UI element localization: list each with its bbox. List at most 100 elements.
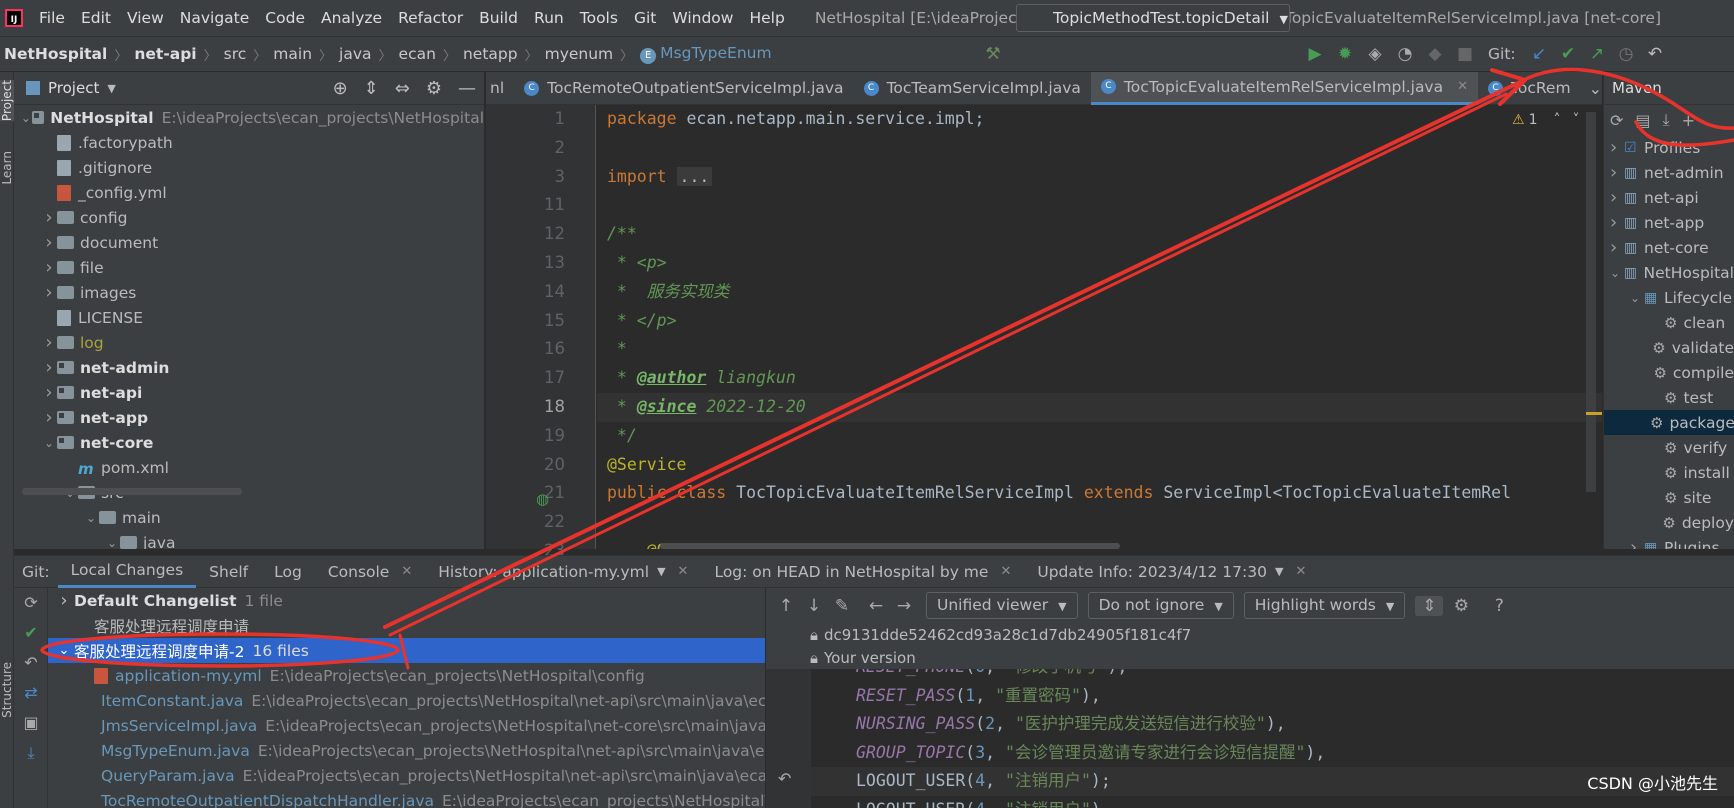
refresh-icon[interactable]: ⟳	[14, 588, 48, 618]
show-diff-icon[interactable]: ⇄	[14, 678, 48, 708]
close-icon[interactable]: ✕	[1000, 564, 1011, 579]
debug-icon[interactable]: ✹	[1334, 44, 1356, 64]
menu-item-view[interactable]: View	[119, 9, 172, 27]
chevron-right-icon[interactable]: ›	[41, 232, 57, 253]
code-line[interactable]: import ...	[597, 163, 1602, 192]
git-tab[interactable]: Log	[261, 555, 315, 588]
menu-item-window[interactable]: Window	[664, 9, 741, 27]
project-tree-node[interactable]: ⌄ java	[14, 530, 484, 549]
chevron-right-icon[interactable]: ›	[41, 332, 57, 353]
project-tree-node[interactable]: › file	[14, 255, 484, 280]
run-configuration-select[interactable]: TopicMethodTest.topicDetail ▼	[1016, 4, 1290, 32]
changelist-row[interactable]: ⌄ 客服处理远程调度申请-2 16 files	[48, 638, 765, 663]
project-tree-node[interactable]: LICENSE	[14, 305, 484, 330]
update-icon[interactable]: ⤓	[14, 738, 48, 768]
changed-file-row[interactable]: JmsServiceImpl.java E:\ideaProjects\ecan_…	[48, 713, 765, 738]
code-line[interactable]: * </p>	[597, 307, 1602, 336]
chevron-right-icon[interactable]: ›	[54, 590, 74, 611]
build-hammer-icon[interactable]: ⚒	[982, 44, 1004, 64]
git-update-icon[interactable]: ↙	[1528, 44, 1550, 64]
code-line[interactable]: * @author liangkun	[597, 364, 1602, 393]
close-icon[interactable]: ✕	[1457, 79, 1468, 94]
close-icon[interactable]: ✕	[678, 564, 689, 579]
add-icon[interactable]: +	[1682, 111, 1695, 130]
code-line[interactable]: * @since 2022-12-20	[597, 392, 1602, 422]
project-tool-button[interactable]: Project	[0, 80, 14, 122]
maven-tree-node[interactable]: ⚙ compile	[1604, 360, 1734, 385]
maven-tree-node[interactable]: › ▥ net-app	[1604, 210, 1734, 235]
breadcrumb-item[interactable]: myenum	[541, 45, 618, 63]
chevron-down-icon[interactable]: ▼	[1275, 565, 1283, 578]
chevron-down-icon[interactable]: ⌄	[54, 643, 74, 658]
maven-tree-node[interactable]: ⚙ deploy	[1604, 510, 1734, 535]
profile-icon[interactable]: ◔	[1394, 44, 1416, 64]
project-tree-node[interactable]: › net-admin	[14, 355, 484, 380]
chevron-right-icon[interactable]: ›	[41, 282, 57, 303]
code-line[interactable]: /**	[597, 220, 1602, 249]
menu-item-edit[interactable]: Edit	[73, 9, 119, 27]
chevron-down-icon[interactable]: ⌄	[20, 111, 32, 125]
chevron-right-icon[interactable]: ›	[41, 357, 57, 378]
changelist-row[interactable]: › Default Changelist 1 file	[48, 588, 765, 613]
changed-file-row[interactable]: application-my.yml E:\ideaProjects\ecan_p…	[48, 663, 765, 688]
menu-item-refactor[interactable]: Refactor	[390, 9, 471, 27]
close-icon[interactable]: ✕	[1295, 564, 1306, 579]
gear-icon[interactable]: ⚙	[1447, 596, 1475, 616]
changed-file-row[interactable]: TocRemoteOutpatientDispatchHandler.java E…	[48, 788, 765, 808]
inspection-widget[interactable]: ⚠ 1 ˄ ˅	[1512, 112, 1579, 128]
chevron-right-icon[interactable]: ›	[1610, 137, 1624, 158]
maven-tree-node[interactable]: › ▥ net-api	[1604, 185, 1734, 210]
learn-tool-button[interactable]: Learn	[0, 151, 14, 185]
chevron-right-icon[interactable]: ›	[1610, 212, 1624, 233]
chevron-right-icon[interactable]: ›	[1630, 537, 1644, 549]
project-tree-node[interactable]: › images	[14, 280, 484, 305]
changed-file-row[interactable]: ItemConstant.java E:\ideaProjects\ecan_pr…	[48, 688, 765, 713]
highlight-select[interactable]: Highlight words ▼	[1243, 592, 1406, 619]
git-tab[interactable]: History: application-my.yml ▼ ✕	[425, 555, 701, 588]
breadcrumb-item[interactable]: NetHospital	[0, 45, 111, 63]
project-tree-node[interactable]: › net-api	[14, 380, 484, 405]
chevron-down-icon[interactable]: ⌄	[41, 436, 57, 450]
arrow-up-icon[interactable]: ↑	[772, 596, 800, 616]
collapse-unchanged-icon[interactable]: ⇕	[1415, 595, 1444, 616]
arrow-left-icon[interactable]: ←	[862, 596, 890, 616]
breadcrumb-item[interactable]: java	[335, 45, 375, 63]
expand-all-icon[interactable]: ⇕	[356, 78, 387, 99]
code-line[interactable]	[597, 508, 1602, 537]
structure-tool-button[interactable]: Structure	[0, 662, 14, 718]
chevron-right-icon[interactable]: ›	[1610, 187, 1624, 208]
menu-item-analyze[interactable]: Analyze	[313, 9, 390, 27]
maven-tree-node[interactable]: › ▦ Plugins	[1604, 535, 1734, 549]
breadcrumb-item[interactable]: net-api	[130, 45, 200, 63]
viewer-mode-select[interactable]: Unified viewer ▼	[926, 592, 1078, 619]
whitespace-select[interactable]: Do not ignore ▼	[1087, 592, 1234, 619]
code-line[interactable]: *	[597, 335, 1602, 364]
project-tree-node[interactable]: › log	[14, 330, 484, 355]
diff-line[interactable]: GROUP_TOPIC(3, "会诊管理员邀请专家进行会诊短信提醒"),	[766, 739, 1734, 768]
menu-item-run[interactable]: Run	[526, 9, 572, 27]
run-icon[interactable]: ▶	[1304, 44, 1326, 64]
code-line[interactable]: public class TocTopicEvaluateItemRelServ…	[597, 479, 1602, 508]
maven-tree-node[interactable]: ⚙ site	[1604, 485, 1734, 510]
chevron-up-icon[interactable]: ˄	[1553, 112, 1560, 128]
collapse-all-icon[interactable]: ⇔	[387, 78, 418, 99]
code-line[interactable]: @Service	[597, 451, 1602, 480]
rollback-icon[interactable]: ↶	[14, 648, 48, 678]
locate-icon[interactable]: ⊕	[325, 78, 356, 99]
project-tree-node[interactable]: m pom.xml	[14, 455, 484, 480]
code-line[interactable]	[597, 191, 1602, 220]
chevron-down-icon[interactable]: ⌄	[1610, 266, 1624, 280]
git-history-icon[interactable]: ◷	[1615, 44, 1637, 64]
chevron-right-icon[interactable]: ›	[41, 382, 57, 403]
chevron-down-icon[interactable]: ⌄	[83, 511, 99, 525]
close-icon[interactable]: ✕	[401, 564, 412, 579]
breadcrumb-item[interactable]: main	[269, 45, 316, 63]
maven-tree-node[interactable]: ⚙ install	[1604, 460, 1734, 485]
breadcrumb-item[interactable]: E MsgTypeEnum	[636, 44, 775, 64]
editor-tab[interactable]: C TocTeamServiceImpl.java	[854, 72, 1091, 105]
generate-sources-icon[interactable]: ▤	[1635, 111, 1650, 130]
code-line[interactable]: * 服务实现类	[597, 278, 1602, 307]
git-tab[interactable]: Shelf	[196, 555, 261, 588]
changed-file-row[interactable]: MsgTypeEnum.java E:\ideaProjects\ecan_pro…	[48, 738, 765, 763]
code-line[interactable]: * <p>	[597, 249, 1602, 278]
